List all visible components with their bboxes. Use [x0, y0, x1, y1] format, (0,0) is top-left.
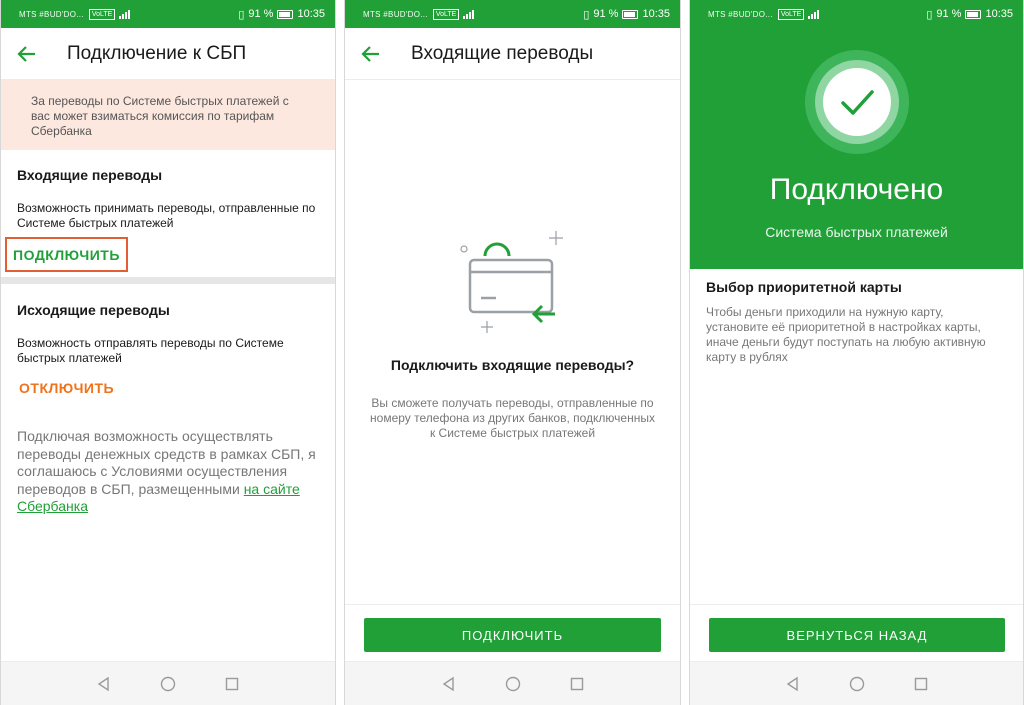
battery-icon [965, 9, 982, 19]
arrow-left-icon[interactable] [361, 44, 381, 64]
success-title: Подключено [769, 173, 944, 206]
legal-agreement-text: Подключая возможность осуществлять перев… [17, 428, 321, 516]
carrier-name: MTS #BUD'DO... [363, 9, 428, 19]
vibrate-icon: ▯ [238, 8, 245, 21]
triangle-back-icon[interactable] [785, 676, 801, 692]
arrow-left-icon[interactable] [17, 44, 37, 64]
battery-icon [277, 9, 294, 19]
triangle-back-icon[interactable] [441, 676, 457, 692]
commission-warning: За переводы по Системе быстрых платежей … [1, 80, 335, 150]
priority-card-title: Выбор приоритетной карты [706, 279, 902, 295]
incoming-section-text: Возможность принимать переводы, отправле… [17, 201, 316, 230]
status-bar: MTS #BUD'DO... VoLTE ▯ 91 % 10:35 [1, 0, 335, 28]
status-bar: MTS #BUD'DO... VoLTE ▯ 91 % 10:35 [345, 0, 680, 28]
status-bar: MTS #BUD'DO... VoLTE ▯ 91 % 10:35 [690, 0, 1023, 28]
section-divider [1, 277, 335, 284]
connect-button[interactable]: ПОДКЛЮЧИТЬ [364, 618, 661, 652]
clock: 10:35 [642, 8, 670, 20]
signal-icon [463, 9, 475, 19]
connect-question: Подключить входящие переводы? [390, 357, 635, 373]
square-recent-icon[interactable] [913, 676, 929, 692]
carrier-name: MTS #BUD'DO... [19, 9, 84, 19]
disconnect-outgoing-button[interactable]: ОТКЛЮЧИТЬ [19, 380, 114, 396]
card-lock-arrow-icon [460, 231, 563, 333]
connect-incoming-button[interactable]: ПОДКЛЮЧИТЬ [5, 237, 128, 272]
system-nav-bar [690, 661, 1023, 705]
app-bar: Подключение к СБП [1, 28, 335, 80]
volte-badge: VoLTE [88, 8, 116, 20]
vibrate-icon: ▯ [926, 8, 933, 21]
signal-icon [808, 9, 820, 19]
page-title: Входящие переводы [411, 42, 594, 64]
bottom-separator [690, 604, 1023, 605]
triangle-back-icon[interactable] [96, 676, 112, 692]
clock: 10:35 [985, 8, 1013, 20]
circle-home-icon[interactable] [505, 676, 521, 692]
volte-badge: VoLTE [777, 8, 805, 20]
square-recent-icon[interactable] [224, 676, 240, 692]
battery-percent: 91 % [248, 8, 274, 20]
bottom-separator [345, 604, 680, 605]
screen-incoming-transfers: MTS #BUD'DO... VoLTE ▯ 91 % 10:35 Входящ… [344, 0, 681, 705]
carrier-name: MTS #BUD'DO... [708, 9, 773, 19]
screen-sbp-connection: MTS #BUD'DO... VoLTE ▯ 91 % 10:35 Подклю… [0, 0, 336, 705]
system-nav-bar [345, 661, 680, 705]
clock: 10:35 [297, 8, 325, 20]
signal-icon [119, 9, 131, 19]
page-title: Подключение к СБП [67, 42, 247, 64]
outgoing-section-text: Возможность отправлять переводы по Систе… [17, 336, 284, 365]
battery-percent: 91 % [593, 8, 619, 20]
go-back-button[interactable]: ВЕРНУТЬСЯ НАЗАД [709, 618, 1005, 652]
connect-description: Вы сможете получать переводы, отправленн… [370, 396, 655, 440]
battery-icon [622, 9, 639, 19]
volte-badge: VoLTE [432, 8, 460, 20]
incoming-section-title: Входящие переводы [17, 167, 163, 183]
battery-percent: 91 % [936, 8, 962, 20]
app-bar: Входящие переводы [345, 28, 680, 80]
square-recent-icon[interactable] [569, 676, 585, 692]
outgoing-section-title: Исходящие переводы [17, 302, 170, 318]
system-nav-bar [1, 661, 335, 705]
circle-home-icon[interactable] [160, 676, 176, 692]
check-icon [805, 50, 909, 154]
vibrate-icon: ▯ [583, 8, 590, 21]
success-hero: Подключено Система быстрых платежей [690, 28, 1023, 269]
circle-home-icon[interactable] [849, 676, 865, 692]
success-subtitle: Система быстрых платежей [765, 224, 948, 240]
screen-connected-success: MTS #BUD'DO... VoLTE ▯ 91 % 10:35 Подклю… [689, 0, 1024, 705]
priority-card-text: Чтобы деньги приходили на нужную карту, … [706, 305, 986, 364]
